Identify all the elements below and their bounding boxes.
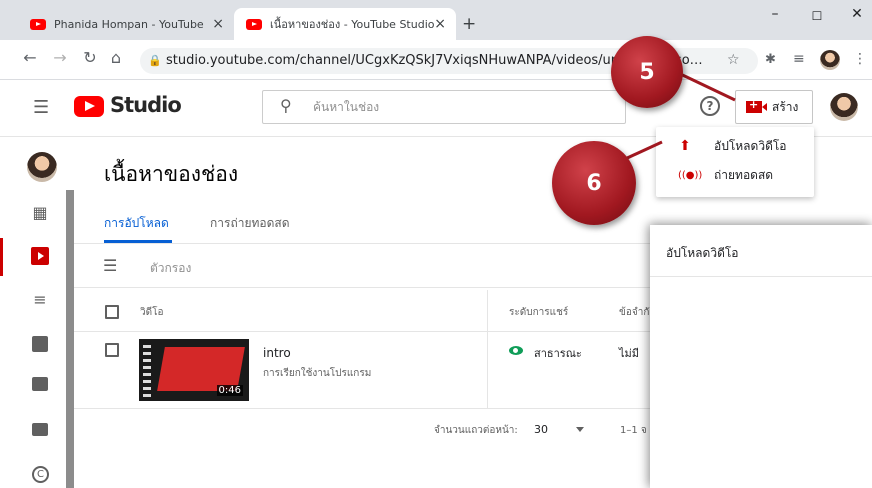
annotation-arrows	[611, 68, 736, 167]
screen: Phanida Hompan - YouTube × เนื้อหาของช่อ…	[0, 0, 872, 488]
step-marker-5: 5	[611, 36, 683, 108]
step-marker-6: 6	[552, 141, 636, 225]
